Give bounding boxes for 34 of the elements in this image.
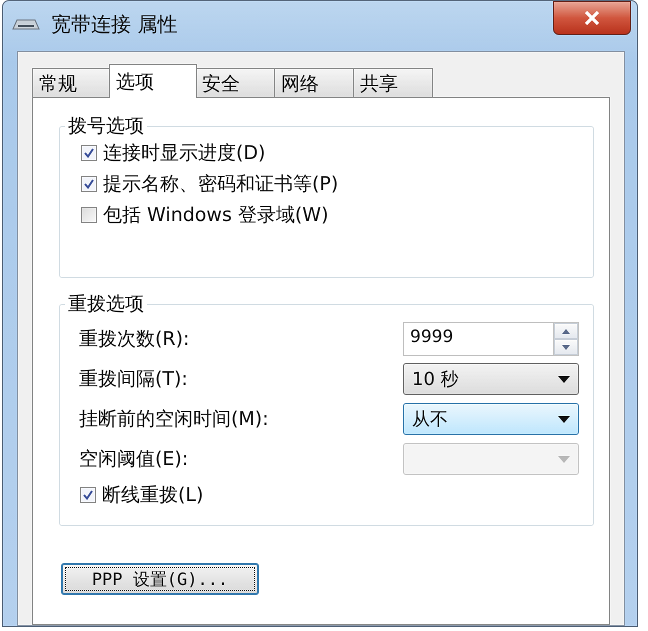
close-button[interactable] [553, 1, 631, 35]
ppp-settings-button[interactable]: PPP 设置(G)... [61, 563, 259, 595]
spin-down-button[interactable] [554, 339, 578, 355]
checkbox[interactable] [81, 206, 97, 222]
field-label: 重拨次数(R): [79, 327, 190, 352]
dropdown-arrow-icon [558, 376, 570, 382]
field-label: 重拨间隔(T): [79, 367, 188, 392]
checkbox[interactable] [80, 486, 96, 502]
group-title: 重拨选项 [65, 292, 147, 316]
tab[interactable]: 选项 [109, 64, 197, 98]
field-label: 挂断前的空闲时间(M): [79, 407, 269, 432]
number-field[interactable]: 9999 [403, 322, 553, 356]
modem-icon [11, 17, 41, 31]
dropdown-arrow-icon [558, 456, 570, 462]
checkbox-label[interactable]: 包括 Windows 登录域(W) [103, 202, 329, 228]
checkbox-label[interactable]: 连接时显示进度(D) [103, 140, 266, 166]
tab[interactable]: 共享 [353, 68, 433, 98]
field-label: 空闲阈值(E): [79, 447, 188, 472]
checkbox[interactable] [81, 176, 97, 192]
checkbox-label[interactable]: 提示名称、密码和证书等(P) [103, 170, 338, 196]
tab[interactable]: 网络 [274, 68, 354, 98]
tab[interactable]: 安全 [195, 68, 275, 98]
down-arrow-icon [562, 344, 570, 350]
group-title: 拨号选项 [65, 114, 147, 138]
up-arrow-icon [562, 328, 570, 334]
window-title: 宽带连接 属性 [51, 10, 178, 38]
dropdown[interactable]: 从不 [403, 403, 579, 435]
tab[interactable]: 常规 [32, 68, 112, 98]
checkbox-label[interactable]: 断线重拨(L) [102, 482, 204, 508]
dropdown-arrow-icon [558, 416, 570, 422]
close-icon [584, 11, 600, 25]
spin-up-button[interactable] [554, 323, 578, 339]
dropdown[interactable]: 10 秒 [403, 363, 579, 395]
checkbox[interactable] [81, 144, 97, 160]
